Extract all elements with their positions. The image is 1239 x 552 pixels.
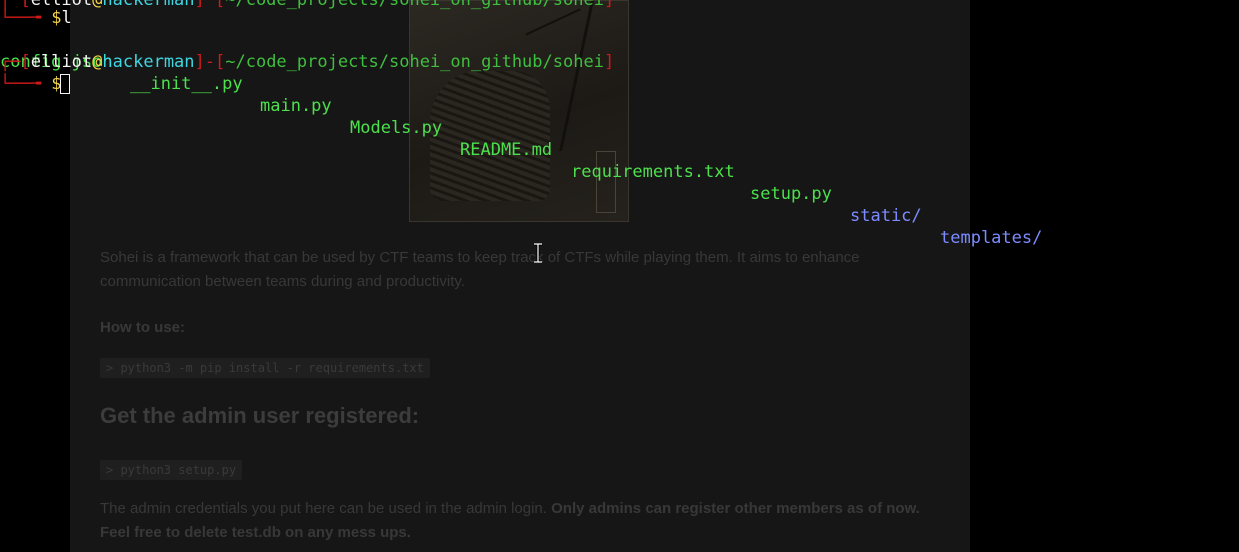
prev-prompt-at: @ [92,0,103,10]
ls-item-requirements-txt: requirements.txt [571,162,735,182]
current-prompt-separator: ]-[ [194,52,226,72]
current-prompt-path: ~/code_projects/sohei_on_github/sohei [225,52,604,72]
ls-item-init-py: __init__.py [130,74,243,94]
prev-prompt-path: ~/code_projects/sohei_on_github/sohei [225,0,604,10]
current-prompt-close-bracket: ] [603,52,615,72]
current-prompt-corner-glyph: ┌─ [0,52,21,72]
input-elbow-glyph: └──╼ [0,74,52,94]
ls-item-readme-md: README.md [460,140,553,160]
prompt-close-bracket: ] [603,0,615,10]
terminal-cursor [60,74,70,94]
command-line: └──╼ $l [0,7,72,29]
current-prompt-at: @ [92,52,103,72]
ls-item-setup-py: setup.py [750,184,832,204]
text-cursor-icon [534,243,542,263]
ls-item-models-py: Models.py [350,118,443,138]
current-prompt-user: elliot [30,52,93,72]
input-line[interactable]: └──╼ $ [0,73,61,95]
ls-item-templates-dir: templates/ [940,228,1043,248]
current-prompt-line: ┌─[elliot@hackerman]-[~/code_projects/so… [0,51,614,73]
prompt-separator: ]─[ [194,0,226,10]
ls-item-static-dir: static/ [850,206,922,226]
prev-prompt-line: ┌─[elliot@hackerman]─[~/code_projects/so… [0,0,614,11]
screen: Sohei is a framework that can be used by… [0,0,1239,552]
command-text: l [61,8,72,28]
prompt-elbow-glyph: └──╼ [0,8,52,28]
command-dollar: $ [51,8,62,28]
current-prompt-open-bracket: [ [20,52,31,72]
ls-item-main-py: main.py [260,96,332,116]
prev-prompt-host: hackerman [102,0,195,10]
terminal-window[interactable]: ┌─[elliot@hackerman]─[~/code_projects/so… [0,0,1239,552]
current-prompt-host: hackerman [102,52,195,72]
ls-output-line: config.json __init__.py main.py Models.p… [0,29,1239,248]
